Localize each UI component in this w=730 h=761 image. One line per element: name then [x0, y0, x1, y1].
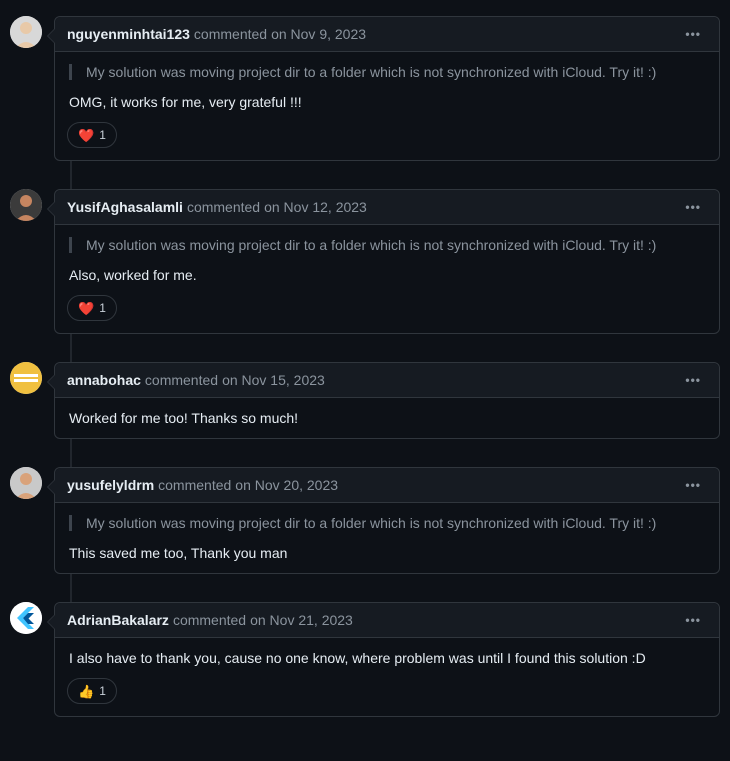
- comment: nguyenminhtai123commentedon Nov 9, 2023 •…: [54, 16, 720, 161]
- comment-box: YusifAghasalamlicommentedon Nov 12, 2023…: [54, 189, 720, 334]
- commented-label: commented: [173, 612, 246, 628]
- comment-text: Also, worked for me.: [69, 267, 705, 283]
- kebab-menu-icon[interactable]: •••: [679, 25, 707, 43]
- author-link[interactable]: YusifAghasalamli: [67, 199, 183, 215]
- comment-body: My solution was moving project dir to a …: [55, 52, 719, 122]
- timestamp-link[interactable]: on Nov 20, 2023: [235, 477, 338, 493]
- author-link[interactable]: nguyenminhtai123: [67, 26, 190, 42]
- quote-block: My solution was moving project dir to a …: [69, 64, 705, 80]
- avatar[interactable]: [10, 602, 42, 634]
- caret-icon: [47, 479, 55, 495]
- avatar[interactable]: [10, 189, 42, 221]
- reaction-button[interactable]: ❤️ 1: [67, 122, 117, 148]
- avatar[interactable]: [10, 362, 42, 394]
- timestamp-link[interactable]: on Nov 15, 2023: [222, 372, 325, 388]
- comment-body: Worked for me too! Thanks so much!: [55, 398, 719, 438]
- comment-header: annabohaccommentedon Nov 15, 2023 •••: [55, 363, 719, 398]
- avatar[interactable]: [10, 467, 42, 499]
- comment-body: My solution was moving project dir to a …: [55, 225, 719, 295]
- quote-text: My solution was moving project dir to a …: [86, 64, 705, 80]
- reaction-count: 1: [99, 684, 106, 698]
- comment-box: yusufelyldrmcommentedon Nov 20, 2023 ••• M…: [54, 467, 720, 574]
- comment-box: AdrianBakalarzcommentedon Nov 21, 2023 ••…: [54, 602, 720, 717]
- timeline: nguyenminhtai123commentedon Nov 9, 2023•…: [54, 16, 720, 717]
- reaction-button[interactable]: 👍1: [67, 678, 117, 704]
- comment-text: OMG, it works for me, very grateful !!!: [69, 94, 705, 110]
- kebab-menu-icon[interactable]: •••: [679, 198, 707, 216]
- comment-body: My solution was moving project dir to a …: [55, 503, 719, 573]
- kebab-menu-icon[interactable]: •••: [679, 476, 707, 494]
- comment: YusifAghasalamlicommentedon Nov 12, 2023…: [54, 189, 720, 334]
- comment-header: AdrianBakalarzcommentedon Nov 21, 2023 ••…: [55, 603, 719, 638]
- commented-label: commented: [145, 372, 218, 388]
- reaction-emoji: ❤️: [78, 302, 94, 315]
- caret-icon: [47, 28, 55, 44]
- caret-icon: [47, 201, 55, 217]
- reaction-count: 1: [99, 301, 106, 315]
- commented-label: commented: [187, 199, 260, 215]
- commented-label: commented: [158, 477, 231, 493]
- reaction-emoji: 👍: [78, 685, 94, 698]
- comment: annabohaccommentedon Nov 15, 2023 ••• Work…: [54, 362, 720, 439]
- comment-text: I also have to thank you, cause no one k…: [69, 650, 705, 666]
- timestamp-link[interactable]: on Nov 21, 2023: [250, 612, 353, 628]
- caret-icon: [47, 374, 55, 390]
- comment-header: YusifAghasalamlicommentedon Nov 12, 2023…: [55, 190, 719, 225]
- author-link[interactable]: annabohac: [67, 372, 141, 388]
- comment-text: Worked for me too! Thanks so much!: [69, 410, 705, 426]
- caret-icon: [47, 614, 55, 630]
- comment: yusufelyldrmcommentedon Nov 20, 2023 ••• M…: [54, 467, 720, 574]
- author-link[interactable]: yusufelyldrm: [67, 477, 154, 493]
- comment-text: This saved me too, Thank you man: [69, 545, 705, 561]
- avatar[interactable]: [10, 16, 42, 48]
- timestamp-link[interactable]: on Nov 12, 2023: [264, 199, 367, 215]
- quote-text: My solution was moving project dir to a …: [86, 515, 705, 531]
- quote-block: My solution was moving project dir to a …: [69, 237, 705, 253]
- commented-label: commented: [194, 26, 267, 42]
- reaction-emoji: ❤️: [78, 129, 94, 142]
- timestamp-link[interactable]: on Nov 9, 2023: [271, 26, 366, 42]
- comment-header: nguyenminhtai123commentedon Nov 9, 2023 •…: [55, 17, 719, 52]
- reaction-count: 1: [99, 128, 106, 142]
- comment: AdrianBakalarzcommentedon Nov 21, 2023 ••…: [54, 602, 720, 717]
- comment-box: annabohaccommentedon Nov 15, 2023 ••• Work…: [54, 362, 720, 439]
- comment-box: nguyenminhtai123commentedon Nov 9, 2023 •…: [54, 16, 720, 161]
- reactions-bar: ❤️ 1: [55, 122, 719, 160]
- reactions-bar: 👍1: [55, 678, 719, 716]
- reactions-bar: ❤️ 1: [55, 295, 719, 333]
- quote-block: My solution was moving project dir to a …: [69, 515, 705, 531]
- kebab-menu-icon[interactable]: •••: [679, 611, 707, 629]
- comment-body: I also have to thank you, cause no one k…: [55, 638, 719, 678]
- quote-text: My solution was moving project dir to a …: [86, 237, 705, 253]
- author-link[interactable]: AdrianBakalarz: [67, 612, 169, 628]
- reaction-button[interactable]: ❤️ 1: [67, 295, 117, 321]
- comment-header: yusufelyldrmcommentedon Nov 20, 2023 •••: [55, 468, 719, 503]
- kebab-menu-icon[interactable]: •••: [679, 371, 707, 389]
